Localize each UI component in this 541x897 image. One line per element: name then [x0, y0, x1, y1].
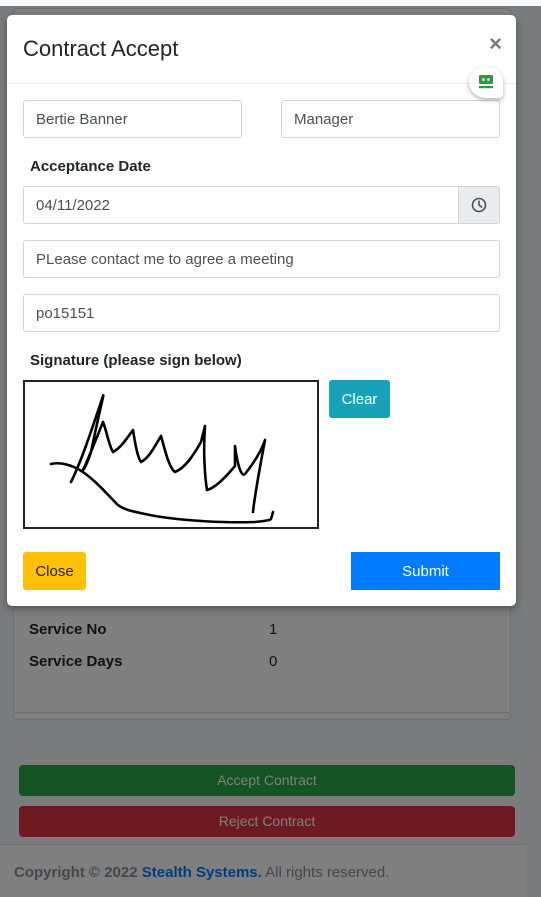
contract-accept-modal: Contract Accept × Acceptance Date Signat… [7, 15, 516, 606]
signature-stroke [49, 394, 275, 524]
acceptance-date-input[interactable] [23, 186, 459, 224]
password-manager-badge[interactable] [469, 66, 503, 98]
role-input[interactable] [281, 100, 500, 138]
date-picker-button[interactable] [458, 186, 500, 224]
po-number-input[interactable] [23, 294, 500, 332]
signature-pad[interactable] [23, 380, 319, 529]
close-button[interactable]: Close [23, 552, 86, 590]
modal-close-button[interactable]: × [489, 33, 502, 55]
signature-label: Signature (please sign below) [30, 352, 242, 369]
name-input[interactable] [23, 100, 242, 138]
modal-header: Contract Accept × [7, 15, 516, 84]
acceptance-date-label: Acceptance Date [30, 158, 151, 175]
note-input[interactable] [23, 240, 500, 278]
clear-signature-button[interactable]: Clear [329, 380, 390, 418]
modal-title: Contract Accept [23, 36, 179, 61]
submit-button[interactable]: Submit [351, 552, 500, 590]
password-manager-icon [479, 75, 493, 89]
clock-icon [471, 197, 487, 213]
